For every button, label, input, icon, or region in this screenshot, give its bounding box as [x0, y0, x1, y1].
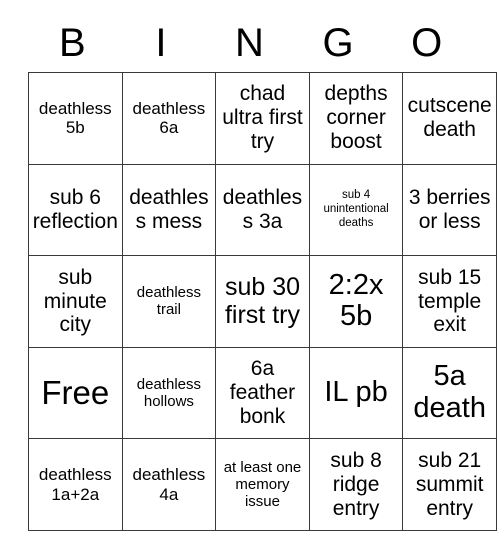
bingo-cell-b3[interactable]: sub minute city [28, 255, 123, 348]
bingo-row: Free deathless hollows 6a feather bonk I… [28, 346, 497, 440]
bingo-cell-o5[interactable]: sub 21 summit entry [402, 438, 497, 531]
bingo-cell-g2[interactable]: sub 4 unintentional deaths [308, 163, 404, 257]
bingo-cell-i4[interactable]: deathless hollows [121, 346, 217, 440]
bingo-cell-g4[interactable]: IL pb [308, 346, 404, 440]
bingo-cell-n3[interactable]: sub 30 first try [215, 255, 310, 348]
bingo-cell-o3[interactable]: sub 15 temple exit [402, 255, 497, 348]
bingo-cell-i3[interactable]: deathless trail [121, 255, 217, 348]
bingo-cell-b2[interactable]: sub 6 reflection [28, 163, 123, 257]
bingo-cell-i1[interactable]: deathless 6a [121, 72, 217, 165]
bingo-row: sub 6 reflection deathless mess deathles… [28, 163, 497, 257]
bingo-cell-n5[interactable]: at least one memory issue [215, 438, 310, 531]
bingo-header-row: B I N G O [28, 14, 471, 72]
bingo-cell-free-space[interactable]: Free [28, 346, 123, 440]
bingo-cell-b1[interactable]: deathless 5b [28, 72, 123, 165]
bingo-cell-o2[interactable]: 3 berries or less [402, 163, 497, 257]
bingo-row: deathless 5b deathless 6a chad ultra fir… [28, 72, 497, 165]
bingo-cell-g1[interactable]: depths corner boost [308, 72, 404, 165]
bingo-cell-n1[interactable]: chad ultra first try [215, 72, 310, 165]
bingo-cell-n2[interactable]: deathless 3a [215, 163, 310, 257]
bingo-cell-o4[interactable]: 5a death [402, 346, 497, 440]
bingo-cell-n4[interactable]: 6a feather bonk [215, 346, 310, 440]
bingo-cell-g5[interactable]: sub 8 ridge entry [308, 438, 404, 531]
bingo-header-letter-o: O [411, 21, 443, 65]
bingo-cell-g3[interactable]: 2:2x 5b [308, 255, 404, 348]
bingo-header-letter-b: B [58, 21, 86, 65]
bingo-cell-i2[interactable]: deathless mess [121, 163, 217, 257]
bingo-cell-b5[interactable]: deathless 1a+2a [28, 438, 123, 531]
bingo-cell-i5[interactable]: deathless 4a [121, 438, 217, 531]
bingo-header-letter-i: I [155, 21, 167, 65]
bingo-header-letter-n: N [235, 21, 264, 65]
bingo-card: B I N G O deathless 5b deathless 6a chad… [28, 14, 497, 531]
bingo-row: deathless 1a+2a deathless 4a at least on… [28, 438, 497, 531]
bingo-header-letter-g: G [322, 21, 354, 65]
bingo-cell-o1[interactable]: cutscene death [402, 72, 497, 165]
bingo-row: sub minute city deathless trail sub 30 f… [28, 255, 497, 348]
bingo-grid: deathless 5b deathless 6a chad ultra fir… [28, 72, 497, 531]
